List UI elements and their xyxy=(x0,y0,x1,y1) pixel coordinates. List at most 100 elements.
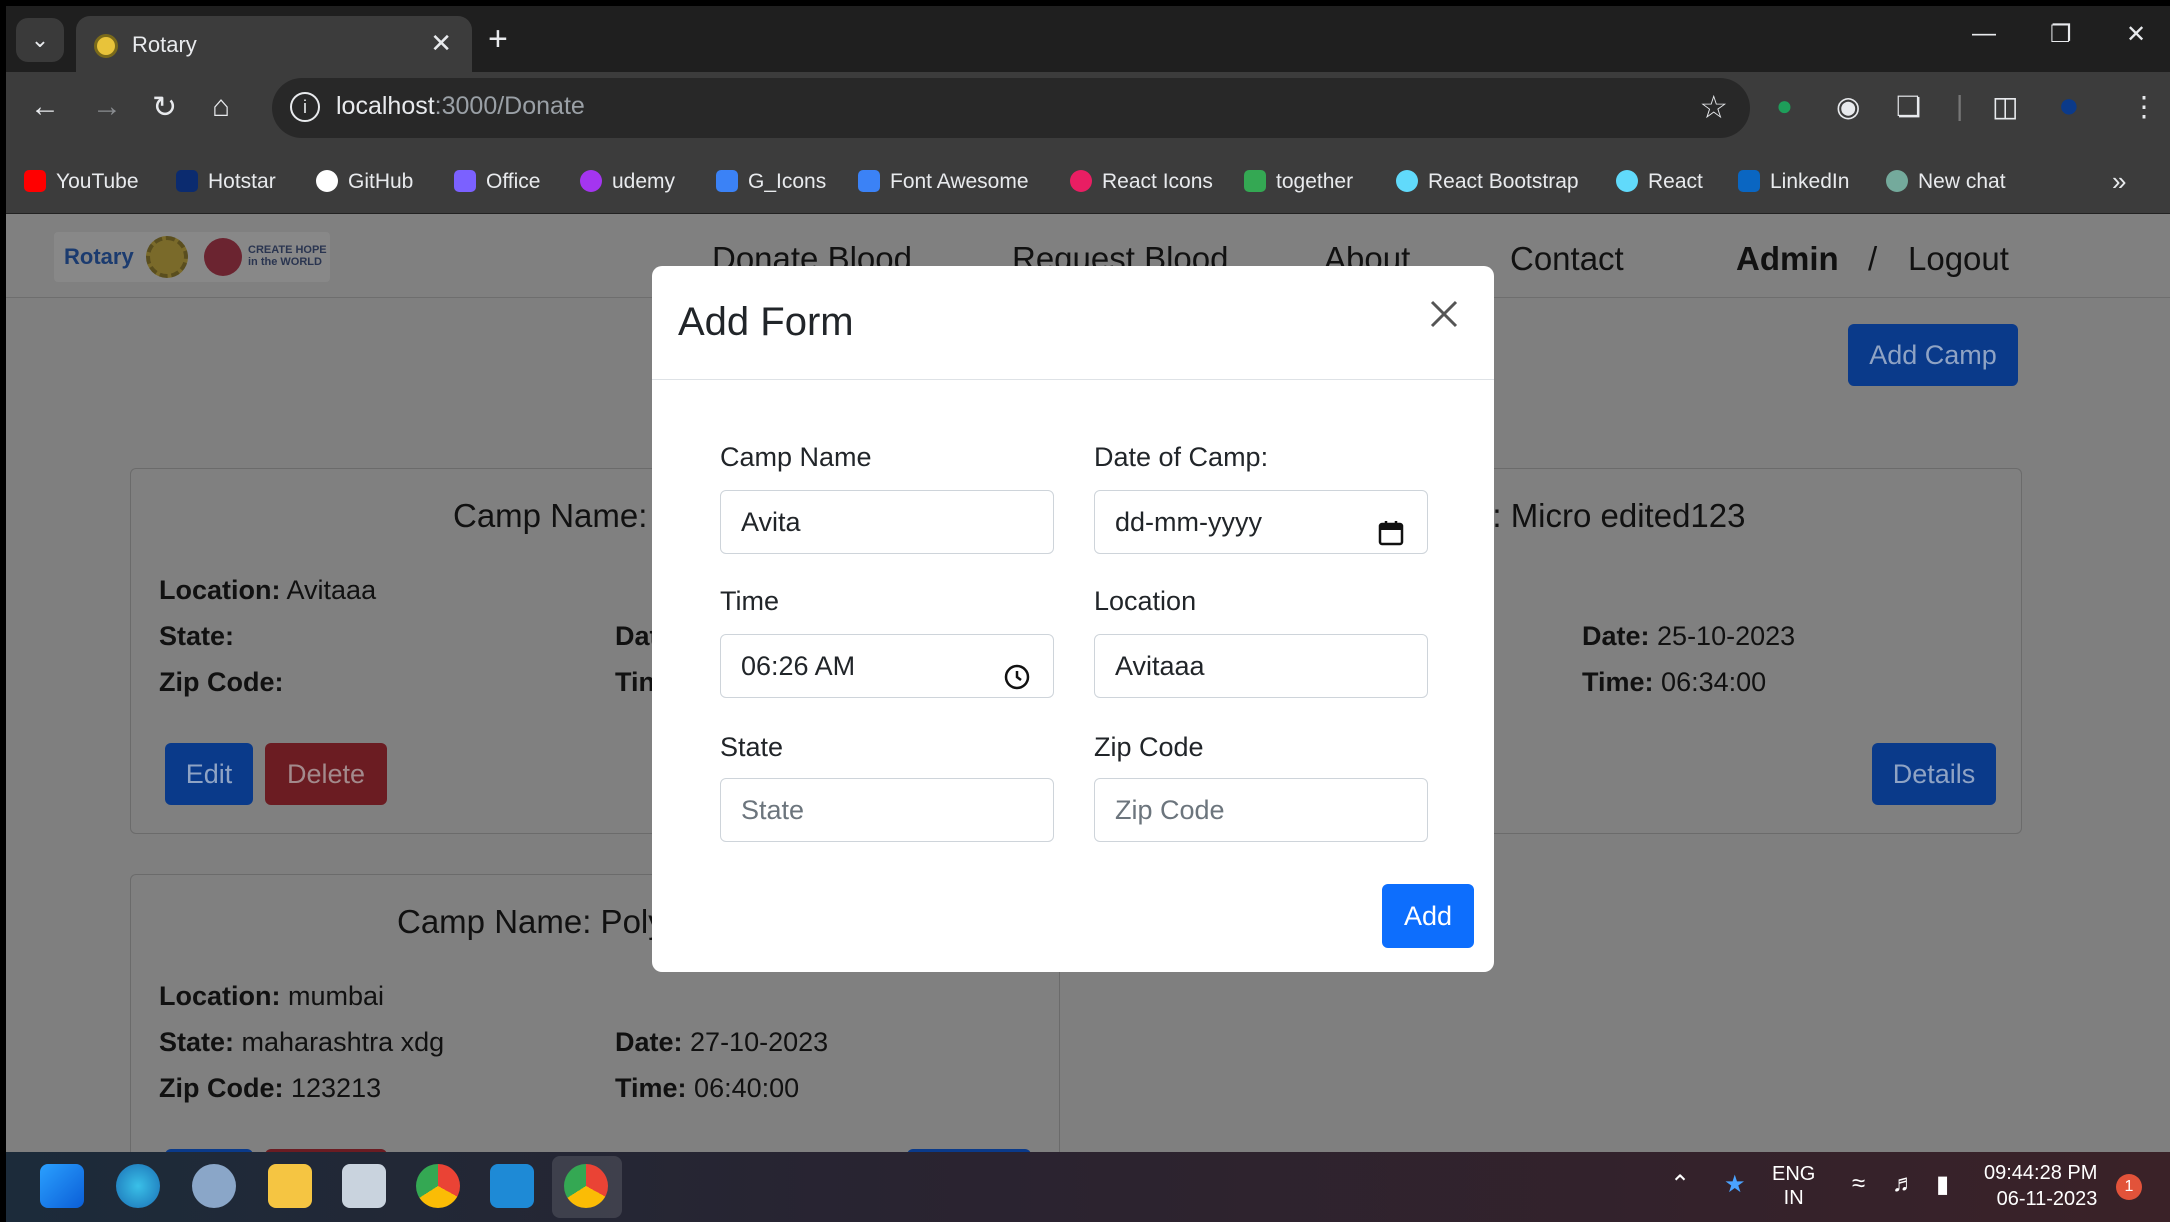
date-of-camp-label: Date of Camp: xyxy=(1094,442,1269,472)
bookmark-github[interactable]: GitHub xyxy=(316,170,413,194)
forward-arrow-icon[interactable]: → xyxy=(92,90,122,124)
browser-toolbar: ← → ↻ ⌂ i localhost:3000/Donate ☆ ● ◉ ❏ … xyxy=(6,72,2170,156)
target-extension-icon[interactable]: ◉ xyxy=(1836,90,1860,123)
edit-button[interactable]: Edit xyxy=(165,743,253,805)
bluetooth-icon[interactable]: ★ xyxy=(1724,1170,1746,1199)
tab-close-icon[interactable]: ✕ xyxy=(430,28,452,59)
camp-date: Date: 25-10-2023 xyxy=(1582,621,1795,652)
profile-avatar-icon[interactable]: ● xyxy=(2058,84,2080,126)
snipping-tool-icon[interactable] xyxy=(342,1164,386,1208)
chrome-icon[interactable] xyxy=(416,1164,460,1208)
drive-icon xyxy=(1244,170,1266,192)
time-input[interactable]: 06:26 AM xyxy=(720,634,1054,698)
site-info-icon[interactable]: i xyxy=(290,92,320,122)
nav-contact[interactable]: Contact xyxy=(1510,240,1624,278)
windows-taskbar: ⌃ ★ ENG IN ≈ ♬ ▮ 09:44:28 PM 06-11-2023 1 xyxy=(6,1152,2170,1222)
vscode-icon[interactable] xyxy=(490,1164,534,1208)
date-of-camp-input[interactable]: dd-mm-yyyy xyxy=(1094,490,1428,554)
windows-start-icon[interactable] xyxy=(40,1164,84,1208)
language-region: IN xyxy=(1783,1187,1804,1209)
react-icon xyxy=(1616,170,1638,192)
camp-card-title: Camp Name: Poly xyxy=(397,903,665,940)
bookmark-react-bootstrap[interactable]: React Bootstrap xyxy=(1396,170,1579,194)
bookmark-label: LinkedIn xyxy=(1770,170,1850,193)
delete-button[interactable]: Delete xyxy=(265,743,387,805)
zip-code-label: Zip Code xyxy=(1094,732,1204,762)
new-tab-plus-icon[interactable]: + xyxy=(488,20,508,59)
bookmark-label: Font Awesome xyxy=(890,170,1029,193)
bookmark-together[interactable]: together xyxy=(1244,170,1353,194)
grammarly-extension-icon[interactable]: ● xyxy=(1776,90,1793,122)
modal-header: Add Form xyxy=(652,266,1494,380)
location-input[interactable]: Avitaaa xyxy=(1094,634,1428,698)
postgres-icon[interactable] xyxy=(192,1164,236,1208)
home-icon[interactable]: ⌂ xyxy=(212,90,230,124)
chrome-active-icon[interactable] xyxy=(564,1164,608,1208)
date-label: Date: xyxy=(1582,621,1650,651)
restore-icon[interactable]: ❐ xyxy=(2050,20,2072,49)
bookmark-label: together xyxy=(1276,170,1354,193)
add-submit-button[interactable]: Add xyxy=(1382,884,1474,948)
zip-code-input[interactable]: Zip Code xyxy=(1094,778,1428,842)
edge-icon[interactable] xyxy=(116,1164,160,1208)
wifi-icon[interactable]: ≈ xyxy=(1852,1170,1865,1198)
state-input[interactable]: State xyxy=(720,778,1054,842)
clock[interactable]: 09:44:28 PM 06-11-2023 xyxy=(1984,1160,2097,1212)
nav-separator: / xyxy=(1868,240,1878,277)
date-label: Date: xyxy=(615,1027,683,1057)
add-camp-button[interactable]: Add Camp xyxy=(1848,324,2018,386)
reload-icon[interactable]: ↻ xyxy=(152,90,177,125)
bookmark-hotstar[interactable]: Hotstar xyxy=(176,170,276,194)
extensions-puzzle-icon[interactable]: ❏ xyxy=(1896,90,1921,123)
minimize-icon[interactable]: — xyxy=(1972,20,1996,48)
bookmark-linkedin[interactable]: LinkedIn xyxy=(1738,170,1849,194)
toolbar-divider: | xyxy=(1956,90,1964,121)
github-icon xyxy=(316,170,338,192)
back-arrow-icon[interactable]: ← xyxy=(30,90,60,124)
chatgpt-icon xyxy=(1886,170,1908,192)
nav-admin[interactable]: Admin xyxy=(1736,240,1839,278)
bookmark-label: YouTube xyxy=(56,170,139,193)
rotary-favicon-icon xyxy=(94,34,118,58)
notification-badge[interactable]: 1 xyxy=(2116,1174,2142,1200)
file-explorer-icon[interactable] xyxy=(268,1164,312,1208)
rotary-logo[interactable]: Rotary CREATE HOPE in the WORLD xyxy=(54,232,330,282)
clock-icon[interactable] xyxy=(1003,651,1031,690)
bookmark-udemy[interactable]: udemy xyxy=(580,170,675,194)
camp-date: Date: 27-10-2023 xyxy=(615,1027,828,1058)
side-panel-icon[interactable]: ◫ xyxy=(1992,90,2018,123)
language-indicator[interactable]: ENG IN xyxy=(1772,1162,1815,1210)
volume-icon[interactable]: ♬ xyxy=(1892,1170,1916,1198)
bookmarks-bar: YouTube Hotstar GitHub Office udemy G_Ic… xyxy=(6,156,2170,214)
battery-icon[interactable]: ▮ xyxy=(1936,1170,1949,1199)
bookmark-youtube[interactable]: YouTube xyxy=(24,170,139,194)
nav-logout[interactable]: Logout xyxy=(1908,240,2009,278)
location-label: Location xyxy=(1094,586,1197,616)
create-hope-icon xyxy=(204,238,242,276)
more-bookmarks-chevron-icon[interactable]: » xyxy=(2112,166,2126,197)
bookmark-font-awesome[interactable]: Font Awesome xyxy=(858,170,1029,194)
camp-name-input[interactable]: Avita xyxy=(720,490,1054,554)
clock-date: 06-11-2023 xyxy=(1996,1188,2098,1210)
camp-location: Location: Avitaaa xyxy=(159,575,376,606)
logo-tagline: CREATE HOPE in the WORLD xyxy=(248,244,327,268)
tab-search-chevron-icon[interactable]: ⌄ xyxy=(16,18,64,62)
address-bar[interactable]: i localhost:3000/Donate ☆ xyxy=(272,78,1750,138)
bookmark-react-icons[interactable]: React Icons xyxy=(1070,170,1213,194)
browser-tab[interactable]: Rotary ✕ xyxy=(76,16,472,72)
bookmark-g-icons[interactable]: G_Icons xyxy=(716,170,826,194)
details-button[interactable]: Details xyxy=(1872,743,1996,805)
hotstar-icon xyxy=(176,170,198,192)
screen: ⌄ Rotary ✕ + — ❐ ✕ ← → ↻ ⌂ i localhost:3… xyxy=(6,6,2170,1222)
window-close-icon[interactable]: ✕ xyxy=(2126,20,2146,49)
tray-overflow-chevron-icon[interactable]: ⌃ xyxy=(1670,1170,1690,1199)
linkedin-icon xyxy=(1738,170,1760,192)
modal-close-icon[interactable] xyxy=(1422,292,1466,336)
calendar-icon[interactable] xyxy=(1377,507,1405,546)
bookmark-new-chat[interactable]: New chat xyxy=(1886,170,2006,194)
bookmark-office[interactable]: Office xyxy=(454,170,540,194)
browser-menu-icon[interactable]: ⋮ xyxy=(2130,90,2158,123)
date-input-value: dd-mm-yyyy xyxy=(1115,507,1262,537)
bookmark-star-icon[interactable]: ☆ xyxy=(1699,88,1728,126)
bookmark-react[interactable]: React xyxy=(1616,170,1703,194)
